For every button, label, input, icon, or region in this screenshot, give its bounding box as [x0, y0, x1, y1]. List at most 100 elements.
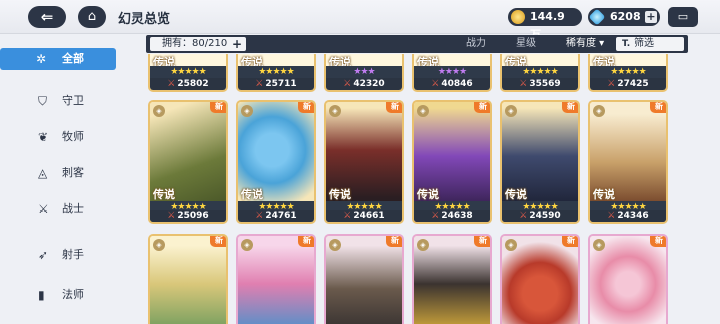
- hero-card[interactable]: ◈ 新 传说 ★★★★★ ⚔ 24638: [412, 100, 492, 224]
- hero-card[interactable]: ◈ 新: [324, 234, 404, 324]
- sidebar-item-archer[interactable]: ➶ 射手: [28, 244, 116, 266]
- new-badge: 新: [562, 102, 578, 113]
- star-rating: ★★★★★: [238, 66, 314, 78]
- hero-card[interactable]: ◈ 新: [412, 234, 492, 324]
- sword-icon: ⚔: [38, 202, 49, 216]
- gem-counter: 6208 +: [588, 8, 660, 26]
- page-title: 幻灵总览: [118, 12, 171, 27]
- sidebar-item-label: 牧师: [62, 130, 84, 143]
- class-icon: ◈: [505, 239, 517, 251]
- sort-star-tab[interactable]: 星级: [516, 37, 536, 51]
- star-rating: ★★★: [326, 66, 402, 78]
- sort-power-tab[interactable]: 战力: [466, 37, 486, 51]
- sidebar-item-warrior[interactable]: ⚔ 战士: [28, 198, 116, 220]
- rarity-label: 传说: [329, 188, 351, 201]
- star-icon: ✲: [36, 52, 47, 66]
- rarity-label: 传说: [593, 188, 615, 201]
- power-value: ⚔ 25096: [150, 210, 226, 222]
- book-icon: ▮: [38, 288, 45, 302]
- shield-icon: ⛉: [38, 94, 48, 108]
- power-value: ⚔ 27425: [590, 78, 666, 90]
- class-sidebar: ✲ 全部 ⛉ 守卫 ❦ 牧师 ◬ 刺客 ⚔ 战士 ➶ 射手 ▮ 法师: [0, 34, 128, 324]
- hero-card[interactable]: ◈ 新: [588, 234, 668, 324]
- hero-card[interactable]: 传说 ★★★★★ ⚔ 35569: [500, 54, 580, 92]
- sidebar-item-label: 全部: [62, 52, 84, 65]
- leaf-icon: ❦: [38, 130, 49, 144]
- class-icon: ◈: [329, 105, 341, 117]
- power-value: ⚔ 35569: [502, 78, 578, 90]
- home-button[interactable]: ⌂: [78, 6, 106, 28]
- class-icon: ◈: [241, 105, 253, 117]
- gem-amount: 6208: [610, 10, 641, 23]
- hero-grid: 传说 ★★★★★ ⚔ 25802 传说 ★★★★★ ⚔ 25711 传说 ★★★ ⚔…: [146, 54, 696, 324]
- gold-counter[interactable]: 144.9万: [508, 8, 582, 41]
- rarity-label: 传说: [153, 188, 175, 201]
- filter-button[interactable]: T. 筛选: [616, 37, 684, 51]
- rarity-label: 传说: [241, 188, 263, 201]
- star-rating: ★★★★: [414, 66, 490, 78]
- sidebar-item-all[interactable]: ✲ 全部: [0, 48, 116, 70]
- star-rating: ★★★★★: [502, 66, 578, 78]
- hero-card[interactable]: ◈ 新: [148, 234, 228, 324]
- top-bar: ⇐ ⌂ 幻灵总览 144.9万 6208 + ▭: [0, 0, 720, 41]
- rarity-label: 传说: [505, 188, 527, 201]
- hero-card[interactable]: 传说 ★★★ ⚔ 42320: [324, 54, 404, 92]
- plus-icon[interactable]: +: [232, 37, 242, 51]
- power-value: ⚔ 24590: [502, 210, 578, 222]
- hero-card[interactable]: ◈ 新 传说 ★★★★★ ⚔ 24661: [324, 100, 404, 224]
- new-badge: 新: [298, 102, 314, 113]
- arrow-left-icon: ⇐: [40, 8, 54, 26]
- chat-button[interactable]: ▭: [668, 7, 698, 27]
- hero-card[interactable]: ◈ 新 传说 ★★★★★ ⚔ 24590: [500, 100, 580, 224]
- hero-card[interactable]: 传说 ★★★★★ ⚔ 25711: [236, 54, 316, 92]
- class-icon: ◈: [417, 105, 429, 117]
- bow-icon: ➶: [38, 248, 49, 262]
- back-button[interactable]: ⇐: [28, 6, 66, 28]
- power-value: ⚔ 24661: [326, 210, 402, 222]
- power-value: ⚔ 42320: [326, 78, 402, 90]
- new-badge: 新: [474, 236, 490, 247]
- class-icon: ◈: [241, 239, 253, 251]
- power-value: ⚔ 25802: [150, 78, 226, 90]
- new-badge: 新: [298, 236, 314, 247]
- hero-card[interactable]: ◈ 新 传说 ★★★★★ ⚔ 24761: [236, 100, 316, 224]
- add-gems-button[interactable]: +: [645, 11, 657, 23]
- power-value: ⚔ 24638: [414, 210, 490, 222]
- hero-card[interactable]: 传说 ★★★★★ ⚔ 27425: [588, 54, 668, 92]
- new-badge: 新: [562, 236, 578, 247]
- mask-icon: ◬: [38, 166, 48, 180]
- sidebar-item-assassin[interactable]: ◬ 刺客: [28, 162, 116, 184]
- new-badge: 新: [210, 102, 226, 113]
- hero-card[interactable]: ◈ 新 传说 ★★★★★ ⚔ 25096: [148, 100, 228, 224]
- sidebar-item-label: 战士: [62, 202, 84, 215]
- filter-bar: 拥有：80/210 + 战力 星级 稀有度 ▾ T. 筛选: [146, 35, 688, 53]
- hero-card[interactable]: ◈ 新: [236, 234, 316, 324]
- rarity-label: 传说: [417, 188, 439, 201]
- new-badge: 新: [210, 236, 226, 247]
- new-badge: 新: [650, 236, 666, 247]
- hero-card[interactable]: 传说 ★★★★★ ⚔ 25802: [148, 54, 228, 92]
- star-rating: ★★★★★: [590, 66, 666, 78]
- new-badge: 新: [474, 102, 490, 113]
- star-rating: ★★★★★: [150, 66, 226, 78]
- sort-rarity-dropdown[interactable]: 稀有度 ▾: [566, 37, 604, 51]
- coin-icon: [511, 10, 525, 24]
- power-value: ⚔ 24346: [590, 210, 666, 222]
- class-icon: ◈: [593, 105, 605, 117]
- owned-label: 拥有：80/210: [162, 38, 228, 49]
- hero-card[interactable]: 传说 ★★★★ ⚔ 40846: [412, 54, 492, 92]
- sidebar-item-guardian[interactable]: ⛉ 守卫: [28, 90, 116, 112]
- gem-icon: [588, 8, 606, 26]
- sidebar-item-mage[interactable]: ▮ 法师: [28, 284, 116, 306]
- sidebar-item-label: 射手: [62, 248, 84, 261]
- class-icon: ◈: [417, 239, 429, 251]
- class-icon: ◈: [153, 239, 165, 251]
- hero-card[interactable]: ◈ 新 传说 ★★★★★ ⚔ 24346: [588, 100, 668, 224]
- sidebar-item-priest[interactable]: ❦ 牧师: [28, 126, 116, 148]
- filter-label: 筛选: [634, 38, 654, 49]
- new-badge: 新: [650, 102, 666, 113]
- class-icon: ◈: [153, 105, 165, 117]
- hero-card[interactable]: ◈ 新: [500, 234, 580, 324]
- sidebar-item-label: 法师: [62, 288, 84, 301]
- home-icon: ⌂: [87, 9, 97, 24]
